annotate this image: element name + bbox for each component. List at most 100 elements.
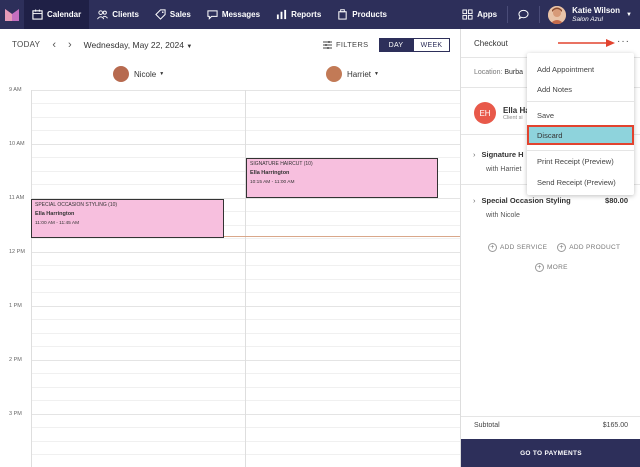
menu-save[interactable]: Save xyxy=(537,111,554,120)
service-name: Special Occasion Styling xyxy=(481,196,571,205)
add-service-label: ADD SERVICE xyxy=(500,244,548,251)
app-logo[interactable] xyxy=(0,0,24,29)
nav-clients[interactable]: Clients xyxy=(89,0,147,29)
time-label: 9 AM xyxy=(9,87,22,93)
chevron-right-icon: › xyxy=(473,150,476,159)
staff-header-harriet[interactable]: Harriet ▼ xyxy=(326,66,379,82)
clients-icon xyxy=(97,10,109,20)
chevron-right-icon: › xyxy=(473,196,476,205)
service-staff: with Nicole xyxy=(486,212,520,219)
appointment-service: SPECIAL OCCASION STYLING xyxy=(35,202,107,208)
nav-reports[interactable]: Reports xyxy=(268,0,329,29)
appointment-time: 11:00 AM - 11:45 AM xyxy=(35,221,80,226)
nav-calendar[interactable]: Calendar xyxy=(24,0,90,29)
checkout-options-menu: Add Appointment Add Notes Save Discard P… xyxy=(527,53,634,195)
appointment-signature-haircut[interactable]: SIGNATURE HAIRCUT (10) Ella Harrington 1… xyxy=(246,158,438,198)
more-options-icon[interactable]: ··· xyxy=(617,36,630,47)
nav-products[interactable]: Products xyxy=(329,0,395,29)
service-line-2[interactable]: › Special Occasion Styling with Nicole xyxy=(473,196,571,219)
today-button[interactable]: TODAY xyxy=(12,40,40,49)
nav-right: Apps Katie Wilson Salon Azul ▼ xyxy=(452,0,640,29)
time-label: 1 PM xyxy=(9,303,22,309)
caret-down-icon: ▼ xyxy=(159,71,165,77)
add-product-button[interactable]: + ADD PRODUCT xyxy=(557,243,620,252)
apps-label: Apps xyxy=(477,10,498,19)
filters-button[interactable]: FILTERS xyxy=(323,40,368,49)
calendar-grid[interactable]: 9 AM 10 AM 11 AM 12 PM 1 PM 2 PM 3 PM SI… xyxy=(0,87,460,467)
more-label: MORE xyxy=(547,264,568,271)
time-label: 3 PM xyxy=(9,411,22,417)
nav-messages-label: Messages xyxy=(221,10,261,19)
menu-add-appointment[interactable]: Add Appointment xyxy=(537,65,594,74)
appointment-client: Ella Harrington xyxy=(250,170,290,176)
tag-icon xyxy=(155,9,166,20)
calendar-toolbar: TODAY ‹ › Wednesday, May 22, 2024 ▼ FILT… xyxy=(0,29,460,61)
appointment-service-suffix: (10) xyxy=(303,161,313,167)
appointment-special-occasion-styling[interactable]: SPECIAL OCCASION STYLING (10) Ella Harri… xyxy=(31,199,224,238)
subtotal-value: $165.00 xyxy=(602,422,628,429)
plus-icon: + xyxy=(535,263,544,272)
service-line-1[interactable]: › Signature H with Harriet xyxy=(473,150,524,173)
service-staff: with Harriet xyxy=(486,166,522,173)
subtotal-label: Subtotal xyxy=(474,422,500,429)
time-label: 12 PM xyxy=(9,249,25,255)
user-menu[interactable]: Katie Wilson Salon Azul ▼ xyxy=(540,5,640,24)
staff-avatar xyxy=(326,66,342,82)
client-name: Ella Ha xyxy=(503,105,530,115)
staff-avatar xyxy=(113,66,129,82)
add-product-label: ADD PRODUCT xyxy=(569,244,621,251)
time-label: 2 PM xyxy=(9,357,22,363)
client-card[interactable]: EH Ella Ha Client si xyxy=(474,102,530,124)
staff-name: Nicole xyxy=(134,69,157,79)
date-picker[interactable]: Wednesday, May 22, 2024 ▼ xyxy=(84,40,193,50)
chat-icon xyxy=(518,9,529,20)
client-subtext: Client si xyxy=(503,114,523,121)
avatar-image xyxy=(548,5,567,24)
appointment-time: 10:15 AM - 11:00 AM xyxy=(250,180,295,185)
chevron-left-icon[interactable]: ‹ xyxy=(52,39,56,51)
nav-sales[interactable]: Sales xyxy=(147,0,199,29)
day-view-button[interactable]: DAY xyxy=(379,38,413,52)
menu-send-receipt[interactable]: Send Receipt (Preview) xyxy=(537,178,616,187)
top-nav: Calendar Clients Sales Messages Reports … xyxy=(0,0,640,29)
time-label: 11 AM xyxy=(9,195,25,201)
menu-add-notes[interactable]: Add Notes xyxy=(537,85,572,94)
location-row[interactable]: Location: Burba xyxy=(474,69,523,76)
more-button[interactable]: + MORE xyxy=(535,263,568,272)
nav-messages[interactable]: Messages xyxy=(199,0,268,29)
calendar-icon xyxy=(32,9,43,20)
appointment-service-suffix: (10) xyxy=(108,202,118,208)
logo-icon xyxy=(5,8,19,21)
chevron-down-icon: ▼ xyxy=(626,11,632,18)
chevron-right-icon[interactable]: › xyxy=(68,39,72,51)
view-toggle: DAY WEEK xyxy=(379,38,450,52)
chart-icon xyxy=(276,9,287,20)
annotation-arrow-icon xyxy=(558,39,615,47)
go-to-payments-button[interactable]: GO TO PAYMENTS xyxy=(461,439,640,467)
staff-header-nicole[interactable]: Nicole ▼ xyxy=(113,66,164,82)
nav-clients-label: Clients xyxy=(112,10,139,19)
caret-down-icon: ▼ xyxy=(186,43,193,50)
user-avatar xyxy=(548,5,567,24)
add-row: + ADD SERVICE + ADD PRODUCT xyxy=(488,243,630,252)
chat-button[interactable] xyxy=(508,6,541,23)
caret-down-icon: ▼ xyxy=(374,71,379,77)
nav-products-label: Products xyxy=(352,10,387,19)
appointment-client: Ella Harrington xyxy=(35,211,75,217)
client-avatar: EH xyxy=(474,102,496,124)
menu-print-receipt[interactable]: Print Receipt (Preview) xyxy=(537,157,614,166)
service-price: $80.00 xyxy=(605,196,628,205)
location-label: Location: xyxy=(474,69,503,76)
filter-icon xyxy=(323,40,332,49)
apps-button[interactable]: Apps xyxy=(452,6,509,23)
filters-label: FILTERS xyxy=(336,40,369,49)
plus-icon: + xyxy=(557,243,567,252)
service-name: Signature H xyxy=(481,150,524,159)
nav-calendar-label: Calendar xyxy=(47,10,82,19)
menu-discard[interactable]: Discard xyxy=(527,125,634,145)
grid-icon xyxy=(462,9,473,20)
plus-icon: + xyxy=(488,243,497,252)
add-service-button[interactable]: + ADD SERVICE xyxy=(488,243,547,252)
user-name: Katie Wilson xyxy=(572,5,621,15)
week-view-button[interactable]: WEEK xyxy=(413,38,450,52)
